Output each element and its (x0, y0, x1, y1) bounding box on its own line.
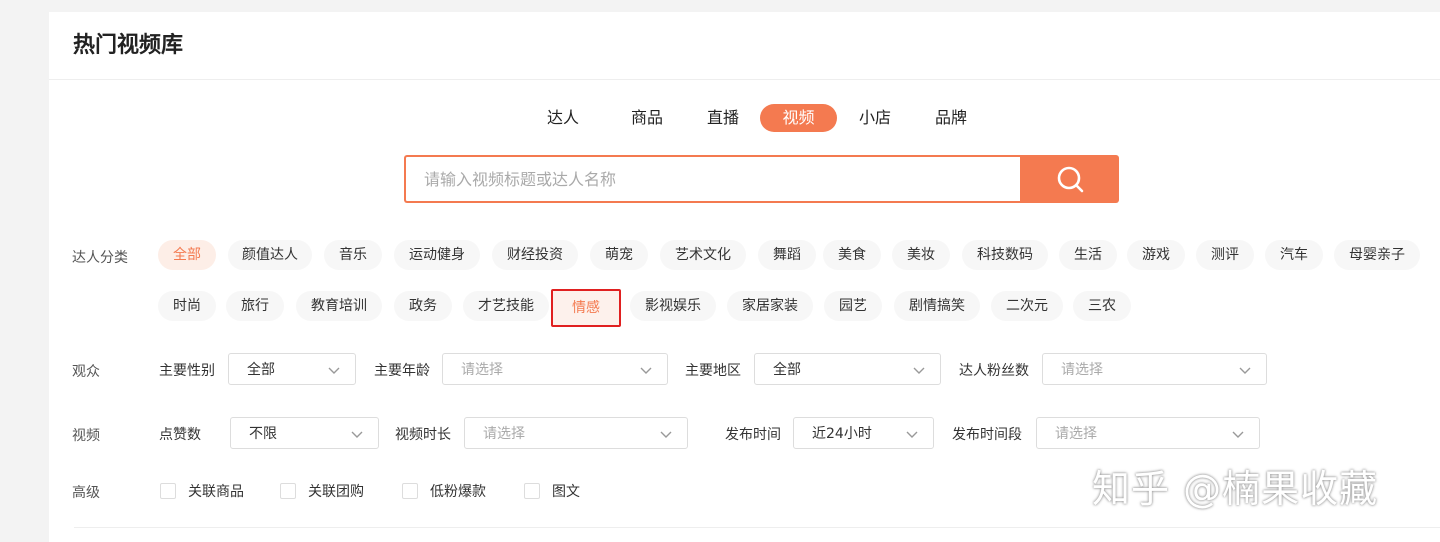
region-select[interactable]: 全部 (754, 353, 941, 385)
category-chip[interactable]: 全部 (158, 240, 216, 270)
select-value: 请选择 (1055, 426, 1097, 442)
category-chip[interactable]: 生活 (1059, 240, 1117, 270)
search-input[interactable] (404, 155, 1048, 203)
filter-label: 点赞数 (159, 427, 201, 443)
checkbox-label: 关联团购 (308, 484, 364, 500)
category-chip[interactable]: 艺术文化 (660, 240, 746, 270)
search-button[interactable] (1020, 155, 1119, 203)
checkbox-label: 图文 (552, 484, 580, 500)
category-chip[interactable]: 时尚 (158, 291, 216, 321)
category-chip[interactable]: 汽车 (1265, 240, 1323, 270)
tab-brand[interactable]: 品牌 (929, 104, 973, 132)
filter-label: 达人粉丝数 (959, 363, 1029, 379)
filter-label: 发布时间 (725, 427, 781, 443)
video-label: 视频 (72, 428, 100, 444)
tab-video[interactable]: 视频 (760, 104, 837, 132)
category-chip[interactable]: 财经投资 (492, 240, 578, 270)
checkbox-box[interactable] (280, 483, 296, 499)
select-value: 请选择 (1061, 362, 1103, 378)
category-chip[interactable]: 萌宠 (590, 240, 648, 270)
checkbox-low-fan-hit[interactable]: 低粉爆款 (402, 481, 486, 501)
tab-daren[interactable]: 达人 (541, 104, 585, 132)
tab-shop[interactable]: 小店 (853, 104, 897, 132)
chevron-down-icon (913, 367, 925, 374)
audience-label: 观众 (72, 364, 100, 380)
watermark: 知乎 @楠果收藏 (1092, 467, 1379, 511)
category-chip[interactable]: 美妆 (892, 240, 950, 270)
gender-select[interactable]: 全部 (228, 353, 356, 385)
select-value: 全部 (773, 362, 801, 378)
select-value: 不限 (249, 426, 277, 442)
chevron-down-icon (660, 431, 672, 438)
bottom-divider (74, 527, 1440, 528)
category-chip[interactable]: 教育培训 (296, 291, 382, 321)
checkbox-related-goods[interactable]: 关联商品 (160, 481, 244, 501)
filter-label: 主要性别 (159, 363, 215, 379)
category-chip[interactable]: 影视娱乐 (630, 291, 716, 321)
category-chip[interactable]: 剧情搞笑 (894, 291, 980, 321)
chevron-down-icon (351, 431, 363, 438)
followers-select[interactable]: 请选择 (1042, 353, 1267, 385)
category-label: 达人分类 (72, 250, 128, 266)
category-chip[interactable]: 颜值达人 (228, 240, 312, 270)
category-chip[interactable]: 测评 (1196, 240, 1254, 270)
chevron-down-icon (328, 367, 340, 374)
filter-label: 视频时长 (395, 427, 451, 443)
category-chip[interactable]: 家居家装 (727, 291, 813, 321)
category-chip[interactable]: 舞蹈 (758, 240, 816, 270)
select-value: 请选择 (461, 362, 503, 378)
tab-goods[interactable]: 商品 (625, 104, 669, 132)
search-bar (404, 155, 1119, 203)
checkbox-box[interactable] (524, 483, 540, 499)
age-select[interactable]: 请选择 (442, 353, 668, 385)
checkbox-image-text[interactable]: 图文 (524, 481, 580, 501)
filter-label: 主要年龄 (374, 363, 430, 379)
checkbox-box[interactable] (402, 483, 418, 499)
category-chip[interactable]: 母婴亲子 (1334, 240, 1420, 270)
category-chip[interactable]: 音乐 (324, 240, 382, 270)
chevron-down-icon (640, 367, 652, 374)
checkbox-label: 低粉爆款 (430, 484, 486, 500)
category-chip-highlighted[interactable]: 情感 (551, 289, 621, 327)
select-value: 近24小时 (812, 426, 872, 442)
advanced-label: 高级 (72, 485, 100, 501)
category-chip[interactable]: 二次元 (991, 291, 1063, 321)
chevron-down-icon (906, 431, 918, 438)
select-value: 全部 (247, 362, 275, 378)
category-chip[interactable]: 政务 (394, 291, 452, 321)
category-chip[interactable]: 旅行 (226, 291, 284, 321)
filter-label: 发布时间段 (952, 427, 1022, 443)
category-chip[interactable]: 才艺技能 (463, 291, 549, 321)
filter-label: 主要地区 (685, 363, 741, 379)
checkbox-related-group-buy[interactable]: 关联团购 (280, 481, 364, 501)
page-title: 热门视频库 (73, 33, 184, 58)
publish-period-select[interactable]: 请选择 (1036, 417, 1260, 449)
page-header: 热门视频库 (49, 12, 1440, 80)
checkbox-box[interactable] (160, 483, 176, 499)
category-chip[interactable]: 运动健身 (394, 240, 480, 270)
publish-time-select[interactable]: 近24小时 (793, 417, 934, 449)
category-chip[interactable]: 科技数码 (962, 240, 1048, 270)
chevron-down-icon (1232, 431, 1244, 438)
likes-select[interactable]: 不限 (230, 417, 379, 449)
tab-live[interactable]: 直播 (701, 104, 745, 132)
category-chip[interactable]: 三农 (1073, 291, 1131, 321)
category-chip[interactable]: 游戏 (1127, 240, 1185, 270)
duration-select[interactable]: 请选择 (464, 417, 688, 449)
category-chip[interactable]: 美食 (823, 240, 881, 270)
category-chip[interactable]: 园艺 (824, 291, 882, 321)
search-icon (1057, 166, 1083, 193)
chevron-down-icon (1239, 367, 1251, 374)
checkbox-label: 关联商品 (188, 484, 244, 500)
select-value: 请选择 (483, 426, 525, 442)
